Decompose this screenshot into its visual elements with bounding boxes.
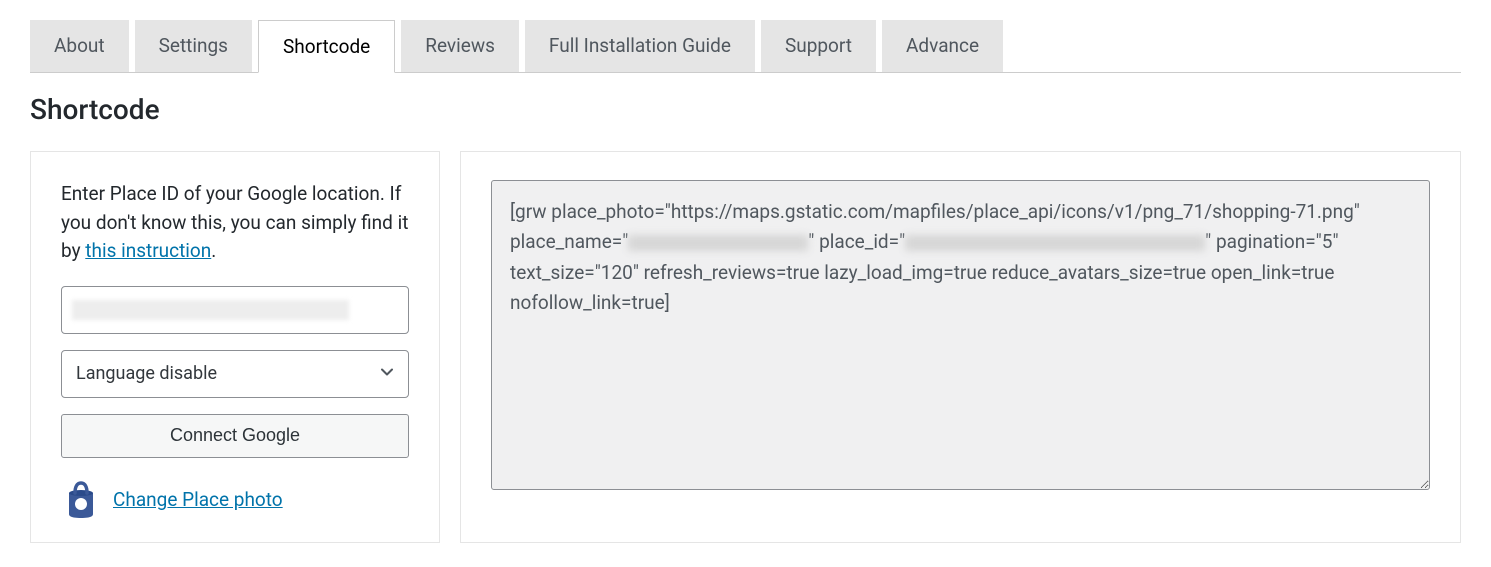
settings-panel: Enter Place ID of your Google location. … (30, 151, 440, 543)
language-select[interactable]: Language disable (61, 350, 409, 398)
tab-shortcode[interactable]: Shortcode (258, 20, 395, 73)
change-photo-row: Change Place photo (61, 478, 409, 522)
instruction-link[interactable]: this instruction (85, 239, 211, 262)
shopping-bag-icon (61, 478, 101, 522)
shortcode-part2: " place_id=" (808, 230, 905, 253)
shortcode-textarea[interactable]: [grw place_photo="https://maps.gstatic.c… (491, 180, 1430, 490)
redacted-value (72, 300, 349, 320)
change-place-photo-link[interactable]: Change Place photo (113, 488, 283, 511)
language-select-value: Language disable (76, 363, 217, 384)
page-title: Shortcode (30, 93, 1461, 126)
redacted-place-name (628, 235, 808, 251)
tab-about[interactable]: About (30, 20, 129, 72)
tab-reviews[interactable]: Reviews (401, 20, 519, 72)
tab-full-installation-guide[interactable]: Full Installation Guide (525, 20, 755, 72)
tab-settings[interactable]: Settings (135, 20, 252, 72)
tab-advance[interactable]: Advance (882, 20, 1003, 72)
connect-google-button[interactable]: Connect Google (61, 414, 409, 458)
content-row: Enter Place ID of your Google location. … (30, 151, 1461, 543)
instruction-post: . (211, 239, 216, 262)
instruction-text: Enter Place ID of your Google location. … (61, 180, 409, 266)
tab-support[interactable]: Support (761, 20, 876, 72)
language-select-wrap: Language disable (61, 350, 409, 398)
tabs-nav: About Settings Shortcode Reviews Full In… (30, 20, 1461, 73)
place-id-input[interactable] (61, 286, 409, 334)
shortcode-panel: [grw place_photo="https://maps.gstatic.c… (460, 151, 1461, 543)
shortcode-text: [grw place_photo="https://maps.gstatic.c… (510, 197, 1411, 319)
redacted-place-id (905, 235, 1205, 251)
